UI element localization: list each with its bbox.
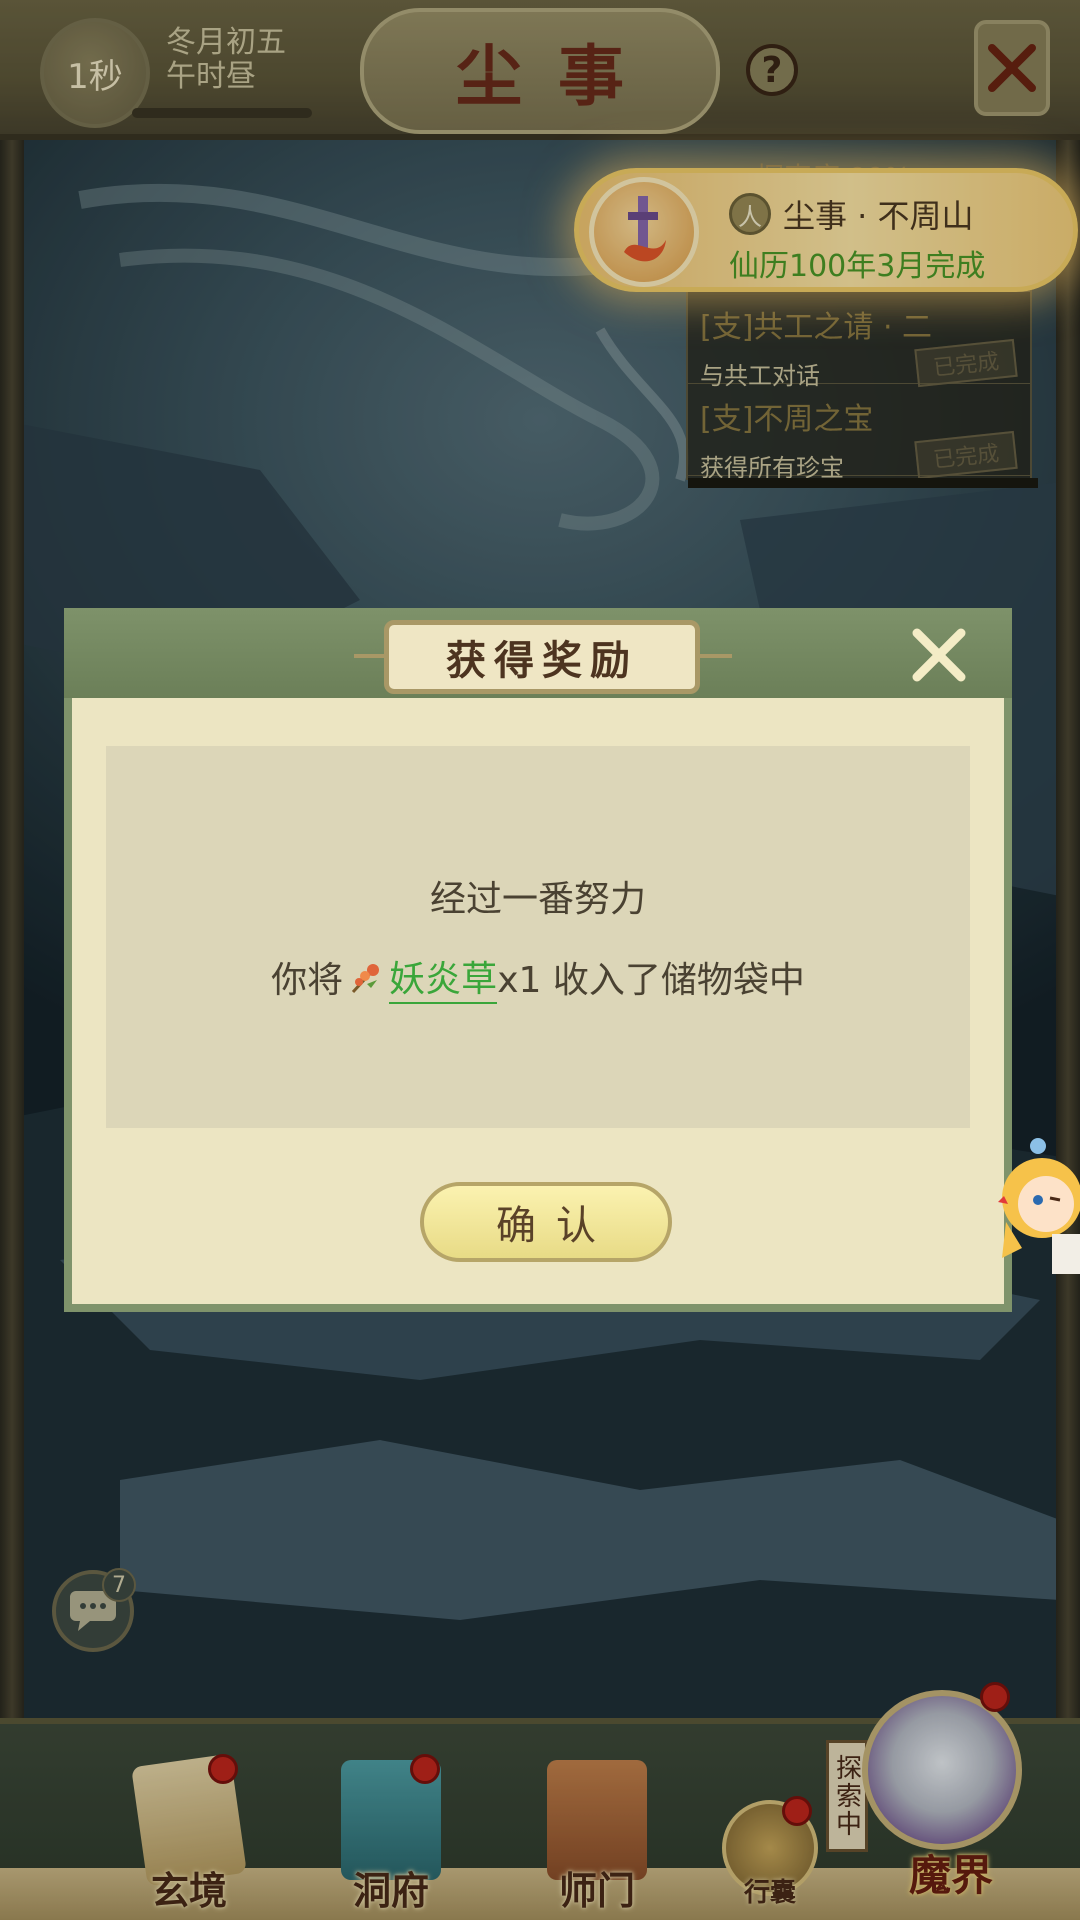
- herb-icon: [352, 964, 380, 994]
- reward-dialog: 获得奖励 经过一番努力 你将 妖炎草 x1 收入了储物袋中 确认: [64, 608, 1012, 1312]
- confirm-button[interactable]: 确认: [420, 1182, 672, 1262]
- dialog-close-button[interactable]: [904, 620, 974, 690]
- reward-message-box: 经过一番努力 你将 妖炎草 x1 收入了储物袋中: [106, 746, 970, 1128]
- dialog-header: 获得奖励: [64, 608, 1012, 698]
- close-icon: [912, 628, 966, 682]
- reward-item-name[interactable]: 妖炎草: [389, 950, 498, 1004]
- reward-line-1: 经过一番努力: [429, 879, 646, 920]
- reward-prefix: 你将: [271, 960, 344, 1001]
- dialog-title: 获得奖励: [384, 620, 700, 694]
- mascot-character[interactable]: [992, 1138, 1080, 1278]
- reward-suffix: x1 收入了储物袋中: [497, 960, 805, 1001]
- reward-line-2: 你将 妖炎草 x1 收入了储物袋中: [271, 950, 805, 1004]
